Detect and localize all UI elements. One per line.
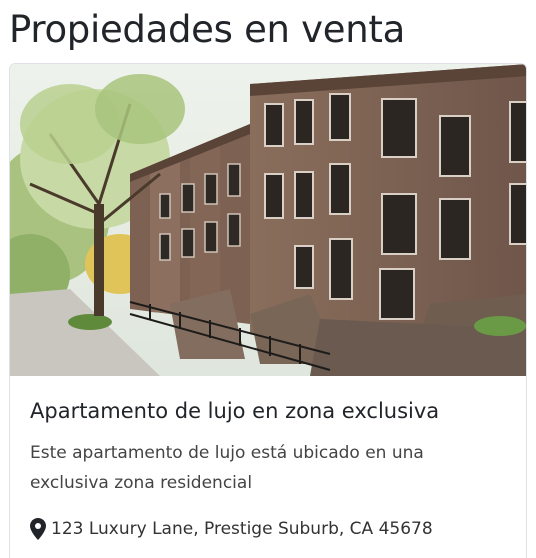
property-image: [10, 64, 526, 376]
page-title: Propiedades en venta: [9, 8, 405, 51]
property-card[interactable]: Apartamento de lujo en zona exclusiva Es…: [9, 63, 527, 558]
property-address: 123 Luxury Lane, Prestige Suburb, CA 456…: [30, 516, 506, 542]
property-title[interactable]: Apartamento de lujo en zona exclusiva: [30, 396, 506, 426]
property-description: Este apartamento de lujo está ubicado en…: [30, 443, 424, 493]
map-pin-icon: [30, 518, 46, 540]
address-text: 123 Luxury Lane, Prestige Suburb, CA 456…: [51, 519, 433, 539]
card-body: Apartamento de lujo en zona exclusiva Es…: [10, 396, 526, 542]
page: Propiedades en venta Apartamento de lujo…: [0, 0, 536, 558]
